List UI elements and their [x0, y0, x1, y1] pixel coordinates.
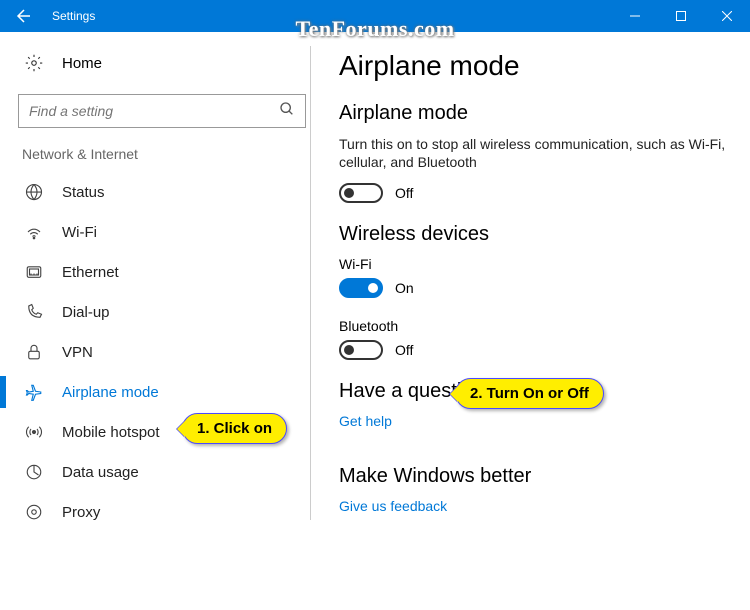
proxy-icon [24, 503, 44, 521]
wifi-toggle[interactable] [339, 278, 383, 298]
sidebar-item-dialup[interactable]: Dial-up [18, 292, 310, 332]
bluetooth-toggle-state: Off [395, 342, 413, 358]
sidebar-item-label: Wi-Fi [62, 224, 97, 241]
content-panel: Airplane mode Airplane mode Turn this on… [311, 32, 750, 610]
close-button[interactable] [704, 0, 750, 32]
search-input[interactable] [18, 94, 306, 128]
sidebar-home[interactable]: Home [18, 46, 310, 80]
maximize-button[interactable] [658, 0, 704, 32]
airplane-icon [24, 383, 44, 401]
sidebar-item-status[interactable]: Status [18, 172, 310, 212]
sidebar-item-label: Ethernet [62, 264, 119, 281]
gear-icon [24, 54, 44, 72]
bluetooth-toggle[interactable] [339, 340, 383, 360]
minimize-button[interactable] [612, 0, 658, 32]
sidebar-group-label: Network & Internet [22, 146, 310, 162]
wireless-heading: Wireless devices [339, 223, 728, 246]
sidebar-item-ethernet[interactable]: Ethernet [18, 252, 310, 292]
wifi-icon [24, 223, 44, 241]
search-icon [279, 101, 295, 122]
sidebar-item-datausage[interactable]: Data usage [18, 452, 310, 492]
airplane-toggle[interactable] [339, 183, 383, 203]
ethernet-icon [24, 263, 44, 281]
airplane-heading: Airplane mode [339, 102, 728, 125]
wifi-toggle-state: On [395, 280, 414, 296]
airplane-description: Turn this on to stop all wireless commun… [339, 135, 728, 171]
feedback-link[interactable]: Give us feedback [339, 498, 447, 514]
wifi-label: Wi-Fi [339, 256, 728, 272]
vpn-icon [24, 343, 44, 361]
sidebar-item-label: Mobile hotspot [62, 424, 160, 441]
selection-indicator [0, 376, 6, 408]
sidebar-item-airplane[interactable]: Airplane mode [18, 372, 310, 412]
back-button[interactable] [0, 0, 48, 32]
sidebar-item-label: Data usage [62, 464, 139, 481]
better-heading: Make Windows better [339, 465, 728, 488]
sidebar-item-wifi[interactable]: Wi-Fi [18, 212, 310, 252]
sidebar-item-label: VPN [62, 344, 93, 361]
sidebar-item-vpn[interactable]: VPN [18, 332, 310, 372]
page-title: Airplane mode [339, 50, 728, 82]
hotspot-icon [24, 423, 44, 441]
titlebar: Settings [0, 0, 750, 32]
sidebar-item-label: Dial-up [62, 304, 110, 321]
phone-icon [24, 303, 44, 321]
search-field[interactable] [29, 103, 279, 119]
window-title: Settings [52, 9, 612, 23]
sidebar-home-label: Home [62, 55, 102, 72]
sidebar-item-label: Proxy [62, 504, 100, 521]
data-icon [24, 463, 44, 481]
get-help-link[interactable]: Get help [339, 413, 392, 429]
sidebar-item-proxy[interactable]: Proxy [18, 492, 310, 532]
callout-2: 2. Turn On or Off [455, 378, 604, 409]
bluetooth-label: Bluetooth [339, 318, 728, 334]
callout-1: 1. Click on [182, 413, 287, 444]
globe-icon [24, 183, 44, 201]
sidebar-item-label: Airplane mode [62, 384, 159, 401]
sidebar: Home Network & Internet Status Wi-Fi Eth… [0, 32, 310, 610]
airplane-toggle-state: Off [395, 185, 413, 201]
sidebar-item-label: Status [62, 184, 105, 201]
